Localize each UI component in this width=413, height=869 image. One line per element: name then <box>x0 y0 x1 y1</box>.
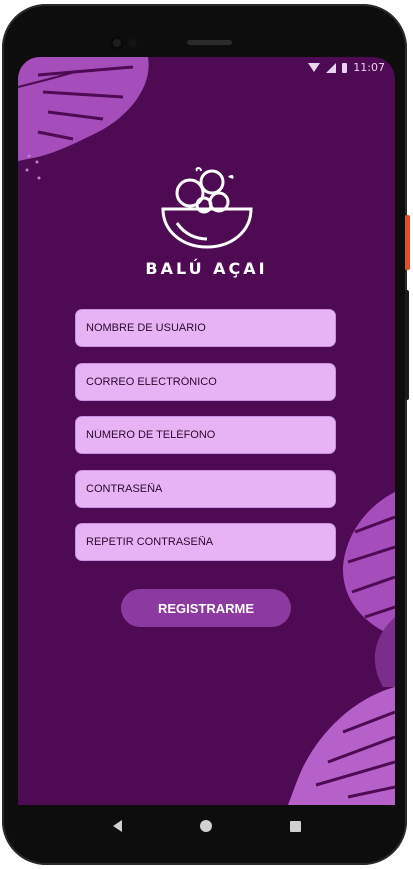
phone-input[interactable] <box>76 417 335 453</box>
recent-apps-icon[interactable] <box>289 820 301 832</box>
email-field[interactable] <box>75 363 336 401</box>
back-icon[interactable] <box>112 820 122 832</box>
brand-name: BALÚ AÇAI <box>145 259 268 278</box>
phone-field[interactable] <box>75 416 336 454</box>
wifi-icon <box>308 63 321 72</box>
leaf-sprig-icon <box>374 617 395 687</box>
email-input[interactable] <box>76 364 335 400</box>
register-button[interactable]: REGISTRARME <box>121 589 291 627</box>
repeat-password-input[interactable] <box>76 524 335 560</box>
password-input[interactable] <box>76 471 335 507</box>
front-camera-icon <box>110 36 124 50</box>
earpiece <box>187 40 232 45</box>
monstera-leaf-right-icon <box>342 492 395 637</box>
repeat-password-field[interactable] <box>75 523 336 561</box>
home-icon[interactable] <box>199 820 212 832</box>
signal-icon <box>326 62 337 73</box>
android-navigation-bar <box>18 805 395 847</box>
sensor-icon <box>129 39 137 47</box>
volume-button <box>405 290 409 400</box>
acai-bowl-icon <box>160 167 253 249</box>
logo <box>18 165 395 254</box>
monstera-leaf-bottom-icon <box>288 687 395 805</box>
status-time: 11:07 <box>353 61 385 74</box>
username-input[interactable] <box>76 310 335 346</box>
password-field[interactable] <box>75 470 336 508</box>
battery-icon <box>342 62 348 73</box>
app-screen: 11:07 BALÚ AÇAI REGISTRARME <box>18 57 395 805</box>
status-bar: 11:07 <box>18 57 395 79</box>
username-field[interactable] <box>75 309 336 347</box>
power-button <box>405 215 410 270</box>
